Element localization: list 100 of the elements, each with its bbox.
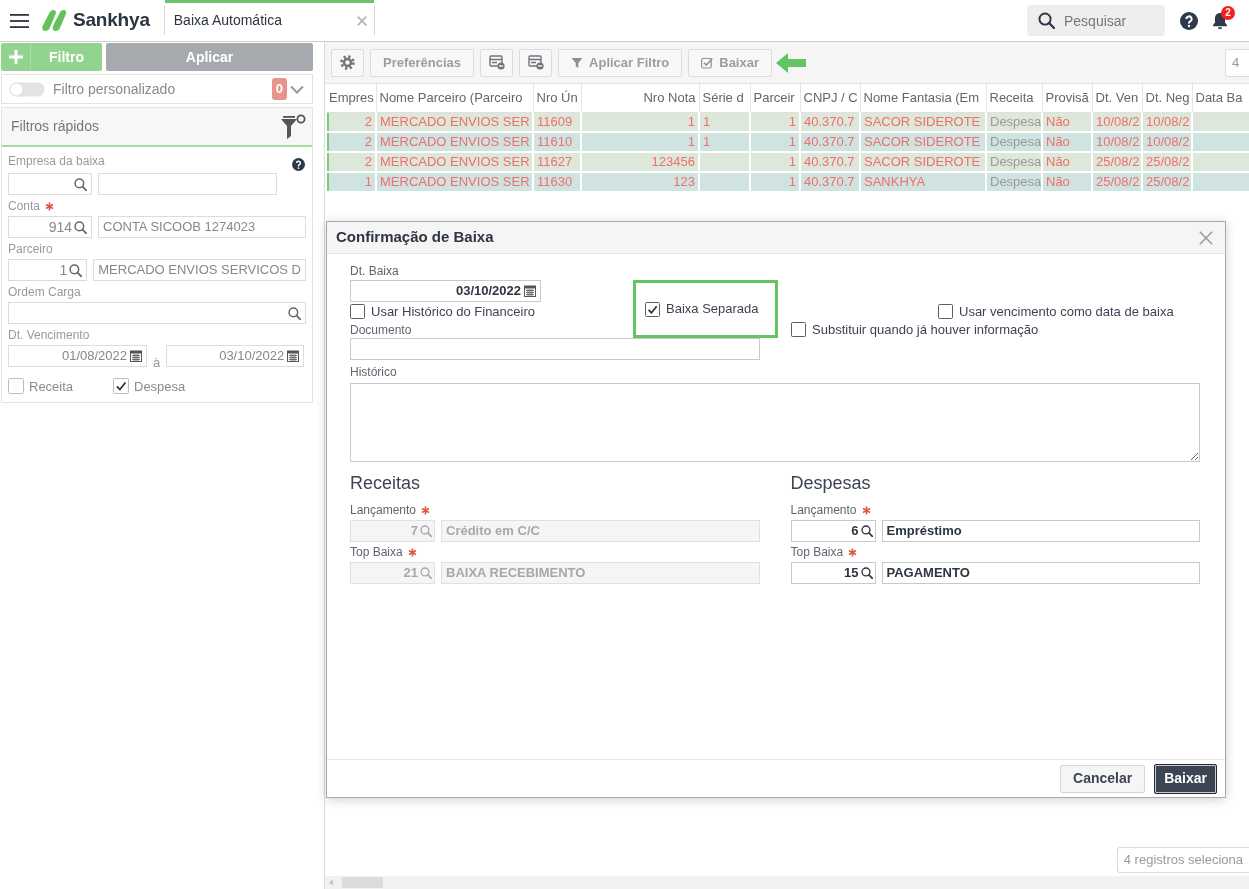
checkbox-label: Receita xyxy=(29,377,74,396)
gear-icon xyxy=(340,55,355,70)
close-icon[interactable] xyxy=(1199,230,1213,245)
table-cell: 1 xyxy=(326,172,376,192)
field-label: Top Baixa xyxy=(790,545,844,560)
table-cell: 2 xyxy=(326,152,376,172)
calendar-icon[interactable] xyxy=(287,350,300,362)
code-field[interactable]: 1 xyxy=(8,259,88,281)
panel-minus-icon xyxy=(527,55,544,70)
field-label: Parceiro xyxy=(8,242,53,257)
description-field[interactable] xyxy=(98,173,277,195)
column-header[interactable]: Série d xyxy=(699,84,750,112)
checkbox[interactable] xyxy=(645,301,660,317)
date-field[interactable]: 01/08/2022 xyxy=(8,345,147,367)
search-icon[interactable] xyxy=(69,263,83,277)
column-header[interactable]: Empres xyxy=(326,84,376,112)
column-header[interactable]: Nro Nota xyxy=(581,84,699,112)
filter-settings-icon[interactable] xyxy=(280,114,306,139)
code-field[interactable]: 15 xyxy=(790,562,876,584)
code-field[interactable]: 6 xyxy=(790,520,876,542)
description-field: Crédito em C/C xyxy=(441,520,760,542)
checkbox-label: Baixa Separada xyxy=(666,300,759,319)
columns-button[interactable] xyxy=(480,48,514,77)
history-field[interactable] xyxy=(350,383,1200,462)
description-field[interactable]: CONTA SICOOB 1274023 xyxy=(98,216,306,238)
help-icon[interactable] xyxy=(1180,11,1198,30)
checkbox[interactable] xyxy=(350,304,365,319)
field-label: Lançamento xyxy=(790,503,857,518)
checkbox[interactable] xyxy=(8,378,24,395)
panel-minus-icon xyxy=(488,55,505,70)
description-field[interactable]: Empréstimo xyxy=(881,520,1200,542)
column-header[interactable]: Data Ba xyxy=(1192,84,1249,112)
columns-button[interactable] xyxy=(519,48,553,77)
description-field[interactable]: PAGAMENTO xyxy=(881,562,1200,584)
column-header[interactable]: CNPJ / C xyxy=(800,84,860,112)
search-field[interactable]: Pesquisar xyxy=(1027,5,1165,36)
count-badge: 0 xyxy=(271,78,287,100)
date-field[interactable]: 03/10/2022 xyxy=(350,280,541,302)
brand-name: Sankhya xyxy=(73,8,150,33)
search-icon[interactable] xyxy=(74,177,87,191)
custom-filter-label: Filtro personalizado xyxy=(53,79,176,99)
column-header[interactable]: Parceir xyxy=(750,84,800,112)
section-heading: Despesas xyxy=(790,472,872,494)
dialog-title: Confirmação de Baixa xyxy=(336,227,494,248)
section-title: Filtros rápidos xyxy=(11,117,99,136)
search-icon[interactable] xyxy=(860,525,873,537)
logo-icon xyxy=(40,8,68,33)
checkbox[interactable] xyxy=(791,322,806,337)
code-field[interactable]: 914 xyxy=(8,216,92,238)
field-label: Dt. Baixa xyxy=(350,264,400,280)
field-label: Documento xyxy=(350,323,413,338)
checkbox-label: Substituir quando já houver informação xyxy=(812,320,1039,339)
selection-status: 4 registros seleciona xyxy=(1116,847,1249,873)
column-header[interactable]: Nro Ún xyxy=(533,84,581,112)
column-header[interactable]: Nome Parceiro (Parceiro xyxy=(376,84,533,112)
cancel-button[interactable]: Cancelar xyxy=(1060,764,1146,793)
field-label: Empresa da baixa xyxy=(8,154,105,169)
notification-badge: 2 xyxy=(1221,5,1235,20)
table-cell: 2 xyxy=(326,132,376,152)
confirm-button[interactable]: Baixar xyxy=(1154,763,1217,794)
table-cell: 2 xyxy=(326,112,376,132)
toggle-switch[interactable] xyxy=(9,81,45,97)
tab[interactable]: Baixa Automática xyxy=(164,0,374,38)
code-field: 7 xyxy=(350,520,435,542)
chevron-down-icon[interactable] xyxy=(290,84,304,94)
checkbox-label: Usar vencimento como data de baixa xyxy=(959,302,1174,321)
date-field[interactable]: 03/10/2022 xyxy=(166,345,305,367)
document-field[interactable] xyxy=(350,338,760,360)
checkbox[interactable] xyxy=(938,304,953,319)
checkbox[interactable] xyxy=(113,378,129,395)
menu-icon[interactable] xyxy=(10,13,29,28)
horizontal-scrollbar[interactable] xyxy=(325,876,1249,889)
field-label: Top Baixa xyxy=(350,545,403,560)
code-field[interactable] xyxy=(8,173,92,195)
column-header[interactable]: Provisã xyxy=(1042,84,1092,112)
settings-button[interactable] xyxy=(331,48,364,77)
plus-icon xyxy=(9,50,23,64)
description-field: BAIXA RECEBIMENTO xyxy=(441,562,760,584)
column-header[interactable]: Dt. Neg xyxy=(1142,84,1192,112)
field-label: Ordem Carga xyxy=(8,285,81,300)
search-field[interactable] xyxy=(8,302,306,324)
checkbox-label: Usar Histórico do Financeiro xyxy=(371,302,535,321)
description-field[interactable]: MERCADO ENVIOS SERVICOS D xyxy=(93,259,306,281)
field-label: Dt. Vencimento xyxy=(8,328,90,343)
search-icon[interactable] xyxy=(860,567,873,579)
check-square-icon xyxy=(701,56,714,69)
funnel-icon xyxy=(571,56,584,69)
range-separator: à xyxy=(153,354,161,372)
column-header[interactable]: Dt. Ven xyxy=(1092,84,1142,112)
column-header[interactable]: Receita xyxy=(986,84,1042,112)
calendar-icon[interactable] xyxy=(524,285,536,297)
search-icon[interactable] xyxy=(288,306,301,320)
field-label: Conta xyxy=(8,199,41,214)
column-header[interactable]: Nome Fantasia (Em xyxy=(860,84,986,112)
field-label: Lançamento xyxy=(350,503,417,518)
calendar-icon[interactable] xyxy=(130,350,142,362)
search-icon[interactable] xyxy=(74,220,87,234)
help-icon[interactable] xyxy=(292,158,305,171)
field-label: Histórico xyxy=(350,365,398,380)
search-icon[interactable] xyxy=(1038,12,1055,29)
